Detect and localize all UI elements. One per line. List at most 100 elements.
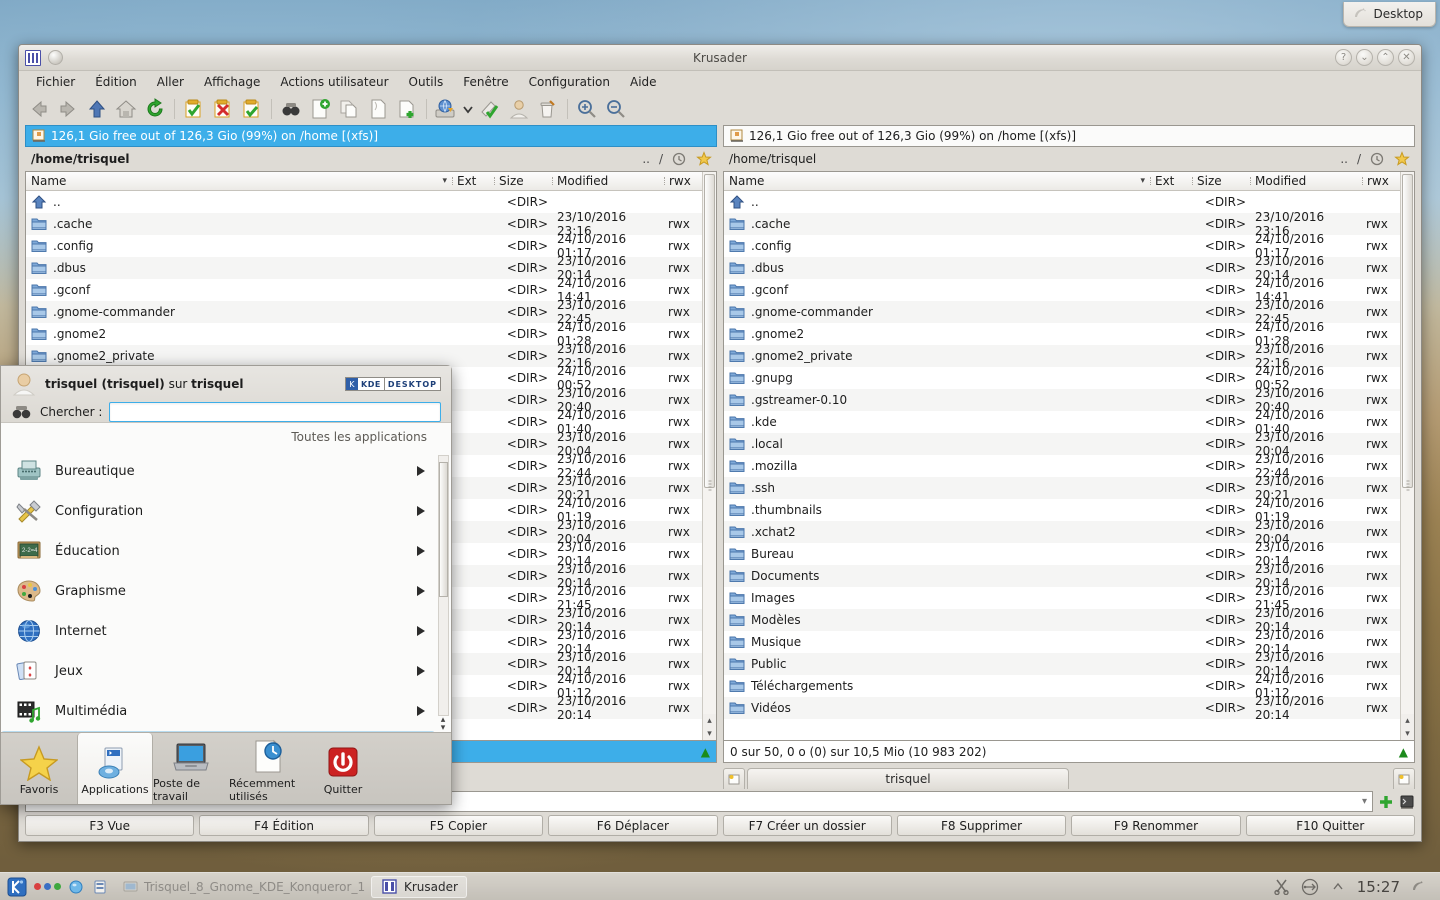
- new-text-file-icon[interactable]: [306, 95, 334, 123]
- right-col-rwx[interactable]: rwx: [1362, 174, 1400, 188]
- left-col-size[interactable]: Size: [494, 174, 552, 188]
- sync-browse-icon[interactable]: [476, 95, 504, 123]
- right-new-tab-icon[interactable]: [723, 768, 745, 789]
- launcher-tab-favoris[interactable]: Favoris: [1, 733, 77, 804]
- right-col-modified[interactable]: Modified: [1250, 174, 1362, 188]
- search-input[interactable]: [109, 402, 441, 422]
- scroll-up-icon[interactable]: ▴: [1401, 714, 1414, 727]
- trash-icon[interactable]: [534, 95, 562, 123]
- taskbar-task-krusader[interactable]: Krusader: [371, 875, 467, 898]
- history-icon[interactable]: [672, 152, 687, 167]
- search-icon[interactable]: [277, 95, 305, 123]
- chevron-down-icon[interactable]: ▾: [1362, 796, 1367, 807]
- right-panel-tab[interactable]: trisquel: [747, 768, 1069, 789]
- launcher-category-internet[interactable]: Internet: [1, 611, 435, 651]
- right-column-headers[interactable]: Name ▾ Ext Size Modified rwx: [724, 172, 1400, 191]
- launcher-tab-r-cemment-utilis-s[interactable]: Récemment utilisés: [229, 733, 305, 804]
- menu-outils[interactable]: Outils: [400, 73, 453, 91]
- fn-f7-creer-dossier[interactable]: F7 Créer un dossier: [722, 815, 892, 836]
- right-new-tab-icon-end[interactable]: [1393, 768, 1415, 789]
- minimize-button[interactable]: ⌄: [1356, 49, 1373, 66]
- fn-f10-quitter[interactable]: F10 Quitter: [1245, 815, 1415, 836]
- right-vertical-scrollbar[interactable]: ▴ ▾: [1400, 172, 1414, 740]
- launcher-category-graphisme[interactable]: Graphisme: [1, 571, 435, 611]
- help-button[interactable]: ?: [1335, 49, 1352, 66]
- launcher-tabs[interactable]: Favoris Applications Poste de travail Récem…: [1, 732, 451, 804]
- right-col-name[interactable]: Name ▾: [724, 174, 1150, 188]
- klipper-icon[interactable]: [67, 878, 85, 896]
- launcher-tab-poste-de-travail[interactable]: Poste de travail: [153, 733, 229, 804]
- move-icon[interactable]: [364, 95, 392, 123]
- taskbar-task-image[interactable]: Trisquel_8_Gnome_KDE_Konqueror_1.pn: [115, 876, 365, 898]
- expand-icon[interactable]: [1329, 878, 1347, 896]
- launcher-tab-applications[interactable]: Applications: [77, 733, 153, 804]
- bookmark-star-icon[interactable]: [1394, 151, 1411, 167]
- left-path-parent-shortcut[interactable]: ..: [642, 152, 650, 166]
- left-path-root-shortcut[interactable]: /: [659, 152, 663, 166]
- select-group-icon[interactable]: [180, 95, 208, 123]
- back-icon[interactable]: [25, 95, 53, 123]
- right-panel[interactable]: 126,1 Gio free out of 126,3 Gio (99%) on…: [723, 125, 1415, 763]
- launcher-tab-quitter[interactable]: Quitter: [305, 733, 381, 804]
- left-col-ext[interactable]: Ext: [452, 174, 494, 188]
- menu-configuration[interactable]: Configuration: [520, 73, 619, 91]
- menu-fenetre[interactable]: Fenêtre: [454, 73, 517, 91]
- right-rows[interactable]: .. <DIR> .cache <DIR> 23/10/2016 23:16 rwx .co…: [724, 191, 1400, 740]
- launcher-category-jeux[interactable]: Jeux: [1, 651, 435, 691]
- menu-fichier[interactable]: Fichier: [27, 73, 84, 91]
- new-folder-icon[interactable]: [393, 95, 421, 123]
- history-icon[interactable]: [1370, 152, 1385, 167]
- fn-f3-vue[interactable]: F3 Vue: [25, 815, 195, 836]
- table-row[interactable]: Vidéos <DIR> 23/10/2016 20:14 rwx: [724, 694, 1400, 722]
- all-applications-link[interactable]: Toutes les applications: [1, 423, 451, 451]
- scissors-icon[interactable]: [1273, 878, 1291, 896]
- fn-f6-deplacer[interactable]: F6 Déplacer: [548, 815, 718, 836]
- left-col-modified[interactable]: Modified: [552, 174, 664, 188]
- scroll-up-icon[interactable]: ▴: [703, 714, 716, 727]
- home-icon[interactable]: [112, 95, 140, 123]
- menu-edition[interactable]: Édition: [86, 73, 146, 91]
- scroll-down-icon[interactable]: ▾: [1401, 727, 1414, 740]
- right-col-size[interactable]: Size: [1192, 174, 1250, 188]
- right-panel-pathbar[interactable]: /home/trisquel .. /: [723, 147, 1415, 171]
- left-col-name[interactable]: Name ▾: [26, 174, 452, 188]
- menu-actions-utilisateur[interactable]: Actions utilisateur: [271, 73, 397, 91]
- device-notifier-icon[interactable]: [91, 878, 109, 896]
- close-button[interactable]: ✕: [1398, 49, 1415, 66]
- mount-manager-icon[interactable]: [432, 95, 460, 123]
- right-path-root-shortcut[interactable]: /: [1357, 152, 1361, 166]
- launcher-category-bureautique[interactable]: Bureautique: [1, 451, 435, 491]
- right-file-list[interactable]: Name ▾ Ext Size Modified rwx .. <DIR> .cac…: [723, 171, 1415, 741]
- left-col-rwx[interactable]: rwx: [664, 174, 702, 188]
- usb-icon[interactable]: [1301, 878, 1319, 896]
- window-menu-button[interactable]: [48, 50, 63, 65]
- forward-icon[interactable]: [54, 95, 82, 123]
- left-vertical-scrollbar[interactable]: ▴ ▾: [702, 172, 716, 740]
- reload-icon[interactable]: [141, 95, 169, 123]
- right-path-parent-shortcut[interactable]: ..: [1340, 152, 1348, 166]
- fn-f9-renommer[interactable]: F9 Renommer: [1071, 815, 1241, 836]
- left-column-headers[interactable]: Name ▾ Ext Size Modified rwx: [26, 172, 702, 191]
- scroll-down-icon[interactable]: ▾: [703, 727, 716, 740]
- user-actions-icon[interactable]: [505, 95, 533, 123]
- launcher-category-list[interactable]: Bureautique Configuration 2-2=4 Éducation Gr…: [1, 451, 435, 771]
- fn-f5-copier[interactable]: F5 Copier: [373, 815, 544, 836]
- terminal-icon[interactable]: [1399, 794, 1415, 810]
- cashew-icon[interactable]: [1410, 879, 1426, 895]
- select-all-icon[interactable]: [238, 95, 266, 123]
- chevron-down-icon[interactable]: [461, 95, 475, 123]
- launcher-category-configuration[interactable]: Configuration: [1, 491, 435, 531]
- menu-aller[interactable]: Aller: [148, 73, 193, 91]
- kde-application-launcher[interactable]: trisquel (trisquel) sur trisquel K KDE D…: [0, 365, 452, 805]
- kde-k-icon[interactable]: [6, 876, 28, 898]
- up-icon[interactable]: [83, 95, 111, 123]
- plus-icon[interactable]: [1378, 794, 1394, 810]
- scroll-down-icon[interactable]: ▾: [441, 724, 446, 733]
- unselect-group-icon[interactable]: [209, 95, 237, 123]
- left-panel-pathbar[interactable]: /home/trisquel .. /: [25, 147, 717, 171]
- window-titlebar[interactable]: Krusader ? ⌄ ⌃ ✕: [19, 45, 1421, 71]
- zoom-out-icon[interactable]: [602, 95, 630, 123]
- menu-aide[interactable]: Aide: [621, 73, 666, 91]
- fn-f4-edition[interactable]: F4 Édition: [199, 815, 369, 836]
- pager-widget[interactable]: [34, 883, 61, 890]
